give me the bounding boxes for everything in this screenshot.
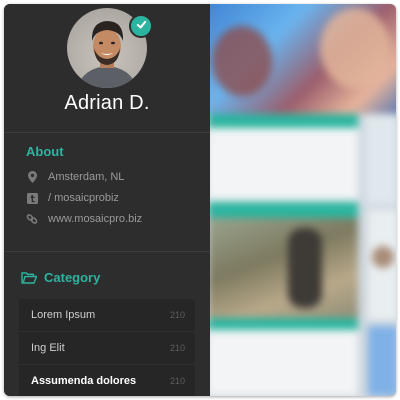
tumblr-link-text[interactable]: / mosaicprobiz <box>48 192 119 204</box>
website-row[interactable]: www.mosaicpro.biz <box>26 212 142 226</box>
link-icon <box>26 213 38 225</box>
map-pin-icon <box>26 171 38 183</box>
location-row: Amsterdam, NL <box>26 170 124 184</box>
divider <box>4 251 210 252</box>
tumblr-row[interactable]: / mosaicprobiz <box>26 191 119 205</box>
profile-sidebar: Adrian D. About Amsterdam, NL / mosaicpr… <box>4 4 210 396</box>
category-item-ing-elit[interactable]: Ing Elit 210 <box>19 332 195 365</box>
blurred-feed-preview <box>210 4 396 396</box>
category-title-text: Category <box>44 270 101 285</box>
category-item-lorem-ipsum[interactable]: Lorem Ipsum 210 <box>19 299 195 332</box>
divider <box>4 132 210 133</box>
blurred-background <box>210 4 396 396</box>
about-heading: About <box>26 144 64 159</box>
category-item-assumenda-dolores[interactable]: Assumenda dolores 210 <box>19 365 195 396</box>
user-name: Adrian D. <box>64 92 150 114</box>
location-text: Amsterdam, NL <box>48 171 125 183</box>
website-link-text[interactable]: www.mosaicpro.biz <box>48 213 142 225</box>
tumblr-icon <box>26 192 38 204</box>
category-item-count: 210 <box>169 376 185 386</box>
folder-open-icon <box>21 271 37 284</box>
category-item-label: Assumenda dolores <box>31 375 137 387</box>
category-item-label: Lorem Ipsum <box>31 309 96 321</box>
category-heading: Category <box>21 270 100 285</box>
category-item-count: 210 <box>169 343 185 353</box>
check-icon <box>136 17 147 35</box>
avatar-container <box>67 8 153 88</box>
verified-badge <box>129 14 153 38</box>
category-item-count: 210 <box>169 310 185 320</box>
app-window: Adrian D. About Amsterdam, NL / mosaicpr… <box>4 4 396 396</box>
category-item-label: Ing Elit <box>31 342 65 354</box>
category-list: Lorem Ipsum 210 Ing Elit 210 Assumenda d… <box>19 299 195 396</box>
